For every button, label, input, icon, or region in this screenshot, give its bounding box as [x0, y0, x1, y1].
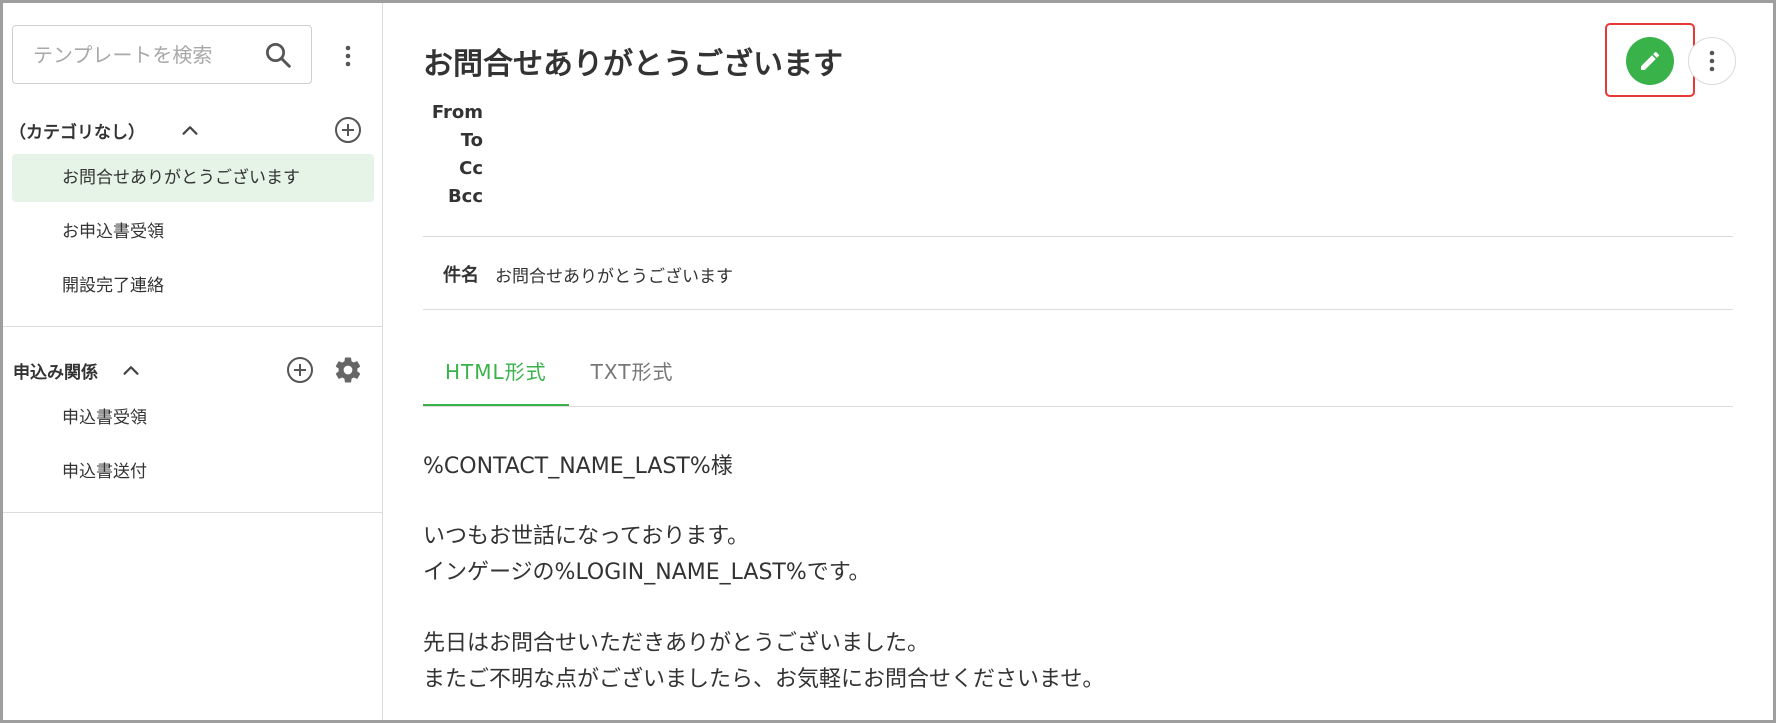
- template-item[interactable]: お申込書受領: [12, 208, 374, 256]
- app-window: （カテゴリなし） お問合せありがとうございます お申込書受領 開設完了連絡 申込…: [3, 3, 1773, 720]
- page-title: お問合せありがとうございます: [423, 47, 843, 82]
- body-line: またご不明な点がございましたら、お気軽にお問合せくださいませ。: [423, 667, 1105, 692]
- cc-label: Cc: [459, 158, 483, 179]
- template-item[interactable]: お問合せありがとうございます: [12, 154, 374, 202]
- category-header-uncategorized[interactable]: （カテゴリなし）: [9, 113, 201, 147]
- to-label: To: [460, 130, 483, 151]
- add-template-icon[interactable]: [333, 115, 363, 145]
- divider: [423, 309, 1733, 310]
- tab-html[interactable]: HTML形式: [423, 340, 569, 407]
- subject-value: お問合せありがとうございます: [495, 267, 733, 287]
- body-line: %CONTACT_NAME_LAST%様: [423, 454, 733, 479]
- add-template-icon[interactable]: [285, 355, 315, 385]
- divider: [423, 236, 1733, 237]
- template-item[interactable]: 開設完了連絡: [12, 262, 374, 310]
- to-row: To: [383, 128, 483, 154]
- template-sidebar: （カテゴリなし） お問合せありがとうございます お申込書受領 開設完了連絡 申込…: [3, 3, 383, 720]
- tab-txt[interactable]: TXT形式: [569, 340, 696, 407]
- divider: [3, 512, 383, 513]
- search-icon[interactable]: [263, 40, 293, 70]
- body-line: インゲージの%LOGIN_NAME_LAST%です。: [423, 560, 871, 585]
- body-line: いつもお世話になっております。: [423, 524, 750, 549]
- pencil-icon: [1641, 51, 1660, 70]
- divider: [423, 406, 1733, 407]
- template-search[interactable]: [12, 25, 312, 84]
- chevron-up-icon[interactable]: [179, 119, 201, 141]
- subject-label: 件名: [443, 265, 479, 286]
- search-input[interactable]: [31, 40, 255, 70]
- template-item[interactable]: 申込書送付: [12, 448, 374, 496]
- template-item[interactable]: 申込書受領: [12, 394, 374, 442]
- category-title: （カテゴリなし）: [9, 122, 145, 143]
- chevron-up-icon[interactable]: [120, 359, 142, 381]
- divider: [3, 326, 383, 327]
- from-label: From: [431, 102, 483, 123]
- more-options-button[interactable]: [1688, 37, 1736, 85]
- category-title: 申込み関係: [13, 362, 98, 383]
- category-header-application[interactable]: 申込み関係: [13, 353, 142, 387]
- cc-row: Cc: [383, 156, 483, 182]
- kebab-menu-icon: [1709, 50, 1715, 72]
- format-tabs: HTML形式 TXT形式: [423, 340, 695, 407]
- edit-button[interactable]: [1626, 37, 1674, 85]
- body-line: 先日はお問合せいただきありがとうございました。: [423, 631, 930, 656]
- gear-icon[interactable]: [333, 355, 363, 385]
- bcc-row: Bcc: [383, 184, 483, 210]
- template-detail: お問合せありがとうございます From To Cc Bcc 件名 お問合せありが…: [383, 3, 1773, 720]
- sidebar-kebab-menu-icon[interactable]: [336, 41, 360, 71]
- bcc-label: Bcc: [447, 186, 483, 207]
- from-row: From: [383, 100, 483, 126]
